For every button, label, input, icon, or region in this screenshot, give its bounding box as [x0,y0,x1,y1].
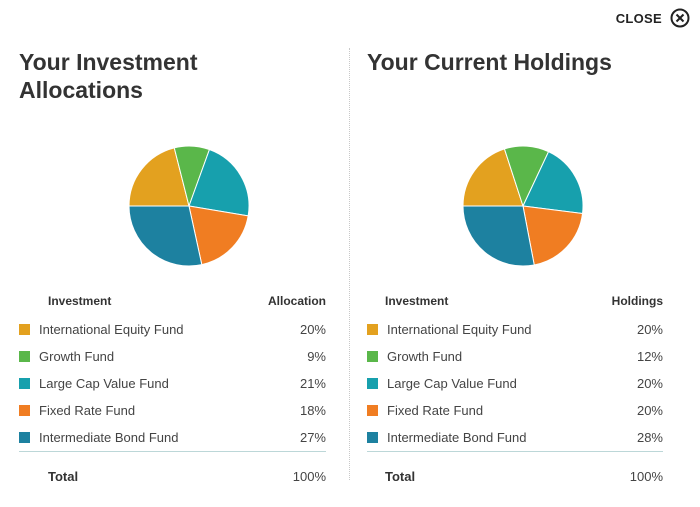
allocations-panel: Your Investment Allocations Investment A… [19,48,329,496]
fund-name: International Equity Fund [387,322,532,337]
fund-cell: Growth Fund [367,343,593,370]
pie-slice [128,205,203,267]
fund-cell: Large Cap Value Fund [367,370,593,397]
legend-swatch [19,351,30,362]
allocations-pie-chart [128,145,250,267]
fund-cell: International Equity Fund [19,316,246,343]
fund-name: International Equity Fund [39,322,184,337]
holdings-table: Investment Holdings International Equity… [367,290,663,496]
fund-name: Growth Fund [387,349,463,364]
fund-value: 12% [636,349,663,364]
fund-name: Growth Fund [39,349,115,364]
fund-cell: Intermediate Bond Fund [367,424,593,452]
fund-name: Large Cap Value Fund [387,376,517,391]
legend-swatch [19,405,30,416]
table-row: Intermediate Bond Fund 27% [19,424,326,452]
fund-cell: Fixed Rate Fund [19,397,246,424]
total-row: Total 100% [367,451,663,496]
fund-value: 18% [299,403,326,418]
fund-value: 20% [299,322,326,337]
total-label: Total [367,451,593,496]
holdings-pie-chart [462,145,584,267]
table-row: Large Cap Value Fund 21% [19,370,326,397]
table-row: Large Cap Value Fund 20% [367,370,663,397]
fund-cell: Large Cap Value Fund [19,370,246,397]
fund-value: 20% [636,376,663,391]
table-row: Growth Fund 9% [19,343,326,370]
table-row: Fixed Rate Fund 18% [19,397,326,424]
total-row: Total 100% [19,451,326,496]
fund-cell: International Equity Fund [367,316,593,343]
allocations-title: Your Investment Allocations [19,48,329,108]
allocations-pie-area [19,144,329,268]
fund-value: 20% [636,403,663,418]
legend-swatch [367,378,378,389]
holdings-pie-area [367,144,677,268]
fund-value: 9% [307,349,326,364]
holdings-panel: Your Current Holdings Investment Holding… [367,48,677,496]
total-label: Total [19,451,246,496]
panel-divider [349,48,350,480]
fund-cell: Intermediate Bond Fund [19,424,246,452]
table-row: Intermediate Bond Fund 28% [367,424,663,452]
fund-value: 20% [636,322,663,337]
total-value: 100% [592,451,663,496]
col-allocation-header: Allocation [267,294,326,308]
fund-cell: Growth Fund [19,343,246,370]
legend-swatch [367,351,378,362]
table-row: Growth Fund 12% [367,343,663,370]
allocations-title-line2: Allocations [19,77,143,103]
table-row: International Equity Fund 20% [367,316,663,343]
holdings-title: Your Current Holdings [367,49,612,75]
total-value: 100% [245,451,326,496]
pie-slice [462,205,535,267]
fund-value: 21% [299,376,326,391]
fund-name: Large Cap Value Fund [39,376,169,391]
close-button[interactable]: CLOSE [616,8,690,28]
fund-name: Intermediate Bond Fund [39,430,179,445]
legend-swatch [367,432,378,443]
legend-swatch [19,324,30,335]
table-row: Fixed Rate Fund 20% [367,397,663,424]
col-investment-header: Investment [385,294,449,308]
allocations-table: Investment Allocation International Equi… [19,290,326,496]
table-row: International Equity Fund 20% [19,316,326,343]
allocations-title-line1: Your Investment [19,49,198,75]
fund-cell: Fixed Rate Fund [367,397,593,424]
col-holdings-header: Holdings [611,294,663,308]
legend-swatch [19,378,30,389]
fund-name: Fixed Rate Fund [387,403,484,418]
fund-value: 27% [299,430,326,445]
legend-swatch [367,324,378,335]
fund-name: Intermediate Bond Fund [387,430,527,445]
close-label: CLOSE [615,10,662,26]
legend-swatch [19,432,30,443]
fund-value: 28% [636,430,663,445]
close-icon[interactable] [670,8,690,28]
fund-name: Fixed Rate Fund [39,403,136,418]
col-investment-header: Investment [48,294,112,308]
legend-swatch [367,405,378,416]
